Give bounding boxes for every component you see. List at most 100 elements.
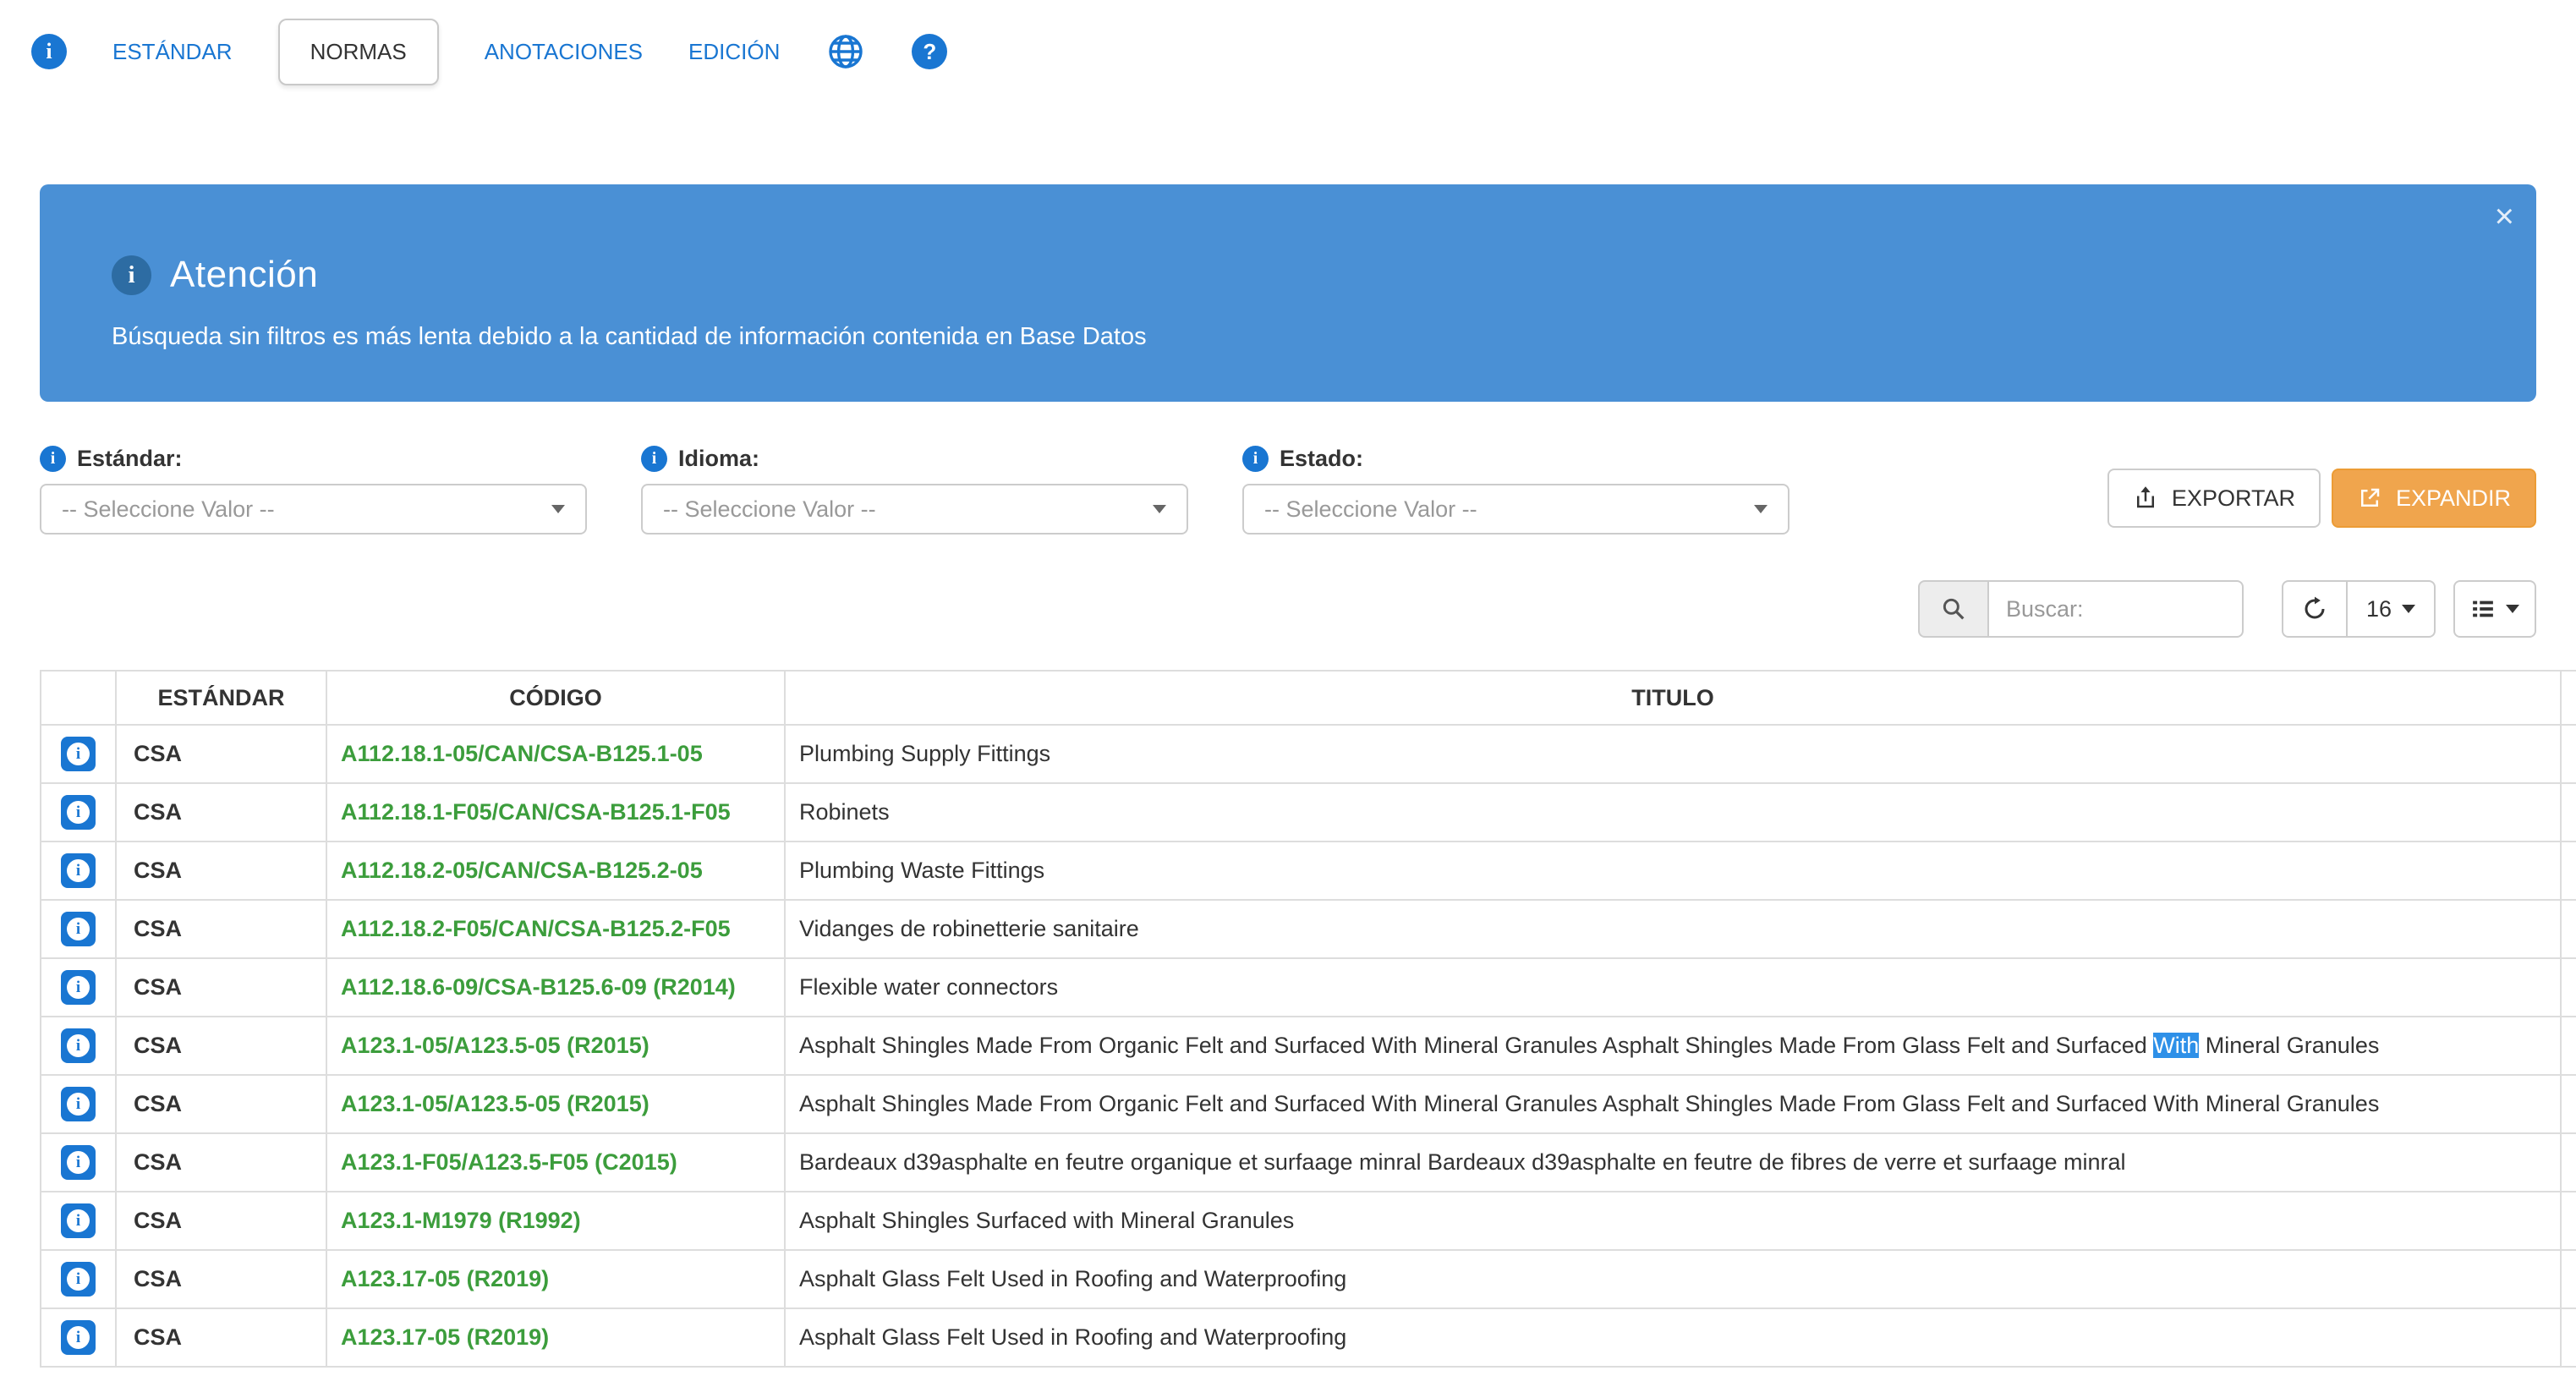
standards-table: ESTÁNDAR CÓDIGO TITULO IDIOMA i CSA A112… [40,670,2576,1368]
title-text: Robinets [799,799,890,825]
title-text: Plumbing Supply Fittings [799,741,1050,766]
row-info-button[interactable]: i [61,1262,96,1297]
selected-text: With [2153,1033,2199,1058]
row-info-button[interactable]: i [61,912,96,946]
page: { "nav": { "tabs": [ { "label": "ESTÁNDA… [0,0,2576,1387]
column-header-idioma[interactable]: IDIOMA [2561,671,2576,725]
cell-standard: CSA [116,900,326,958]
cell-title: Asphalt Glass Felt Used in Roofing and W… [785,1308,2561,1367]
cell-code[interactable]: A112.18.1-05/CAN/CSA-B125.1-05 [326,725,785,783]
table-row: i CSA A123.17-05 (R2019) Asphalt Glass F… [41,1250,2576,1308]
cell-code[interactable]: A112.18.2-F05/CAN/CSA-B125.2-F05 [326,900,785,958]
cell-idioma [2561,1075,2576,1133]
cell-code[interactable]: A112.18.6-09/CSA-B125.6-09 (R2014) [326,958,785,1017]
tab-edicion[interactable]: EDICIÓN [688,39,780,65]
search-icon[interactable] [1918,580,1987,638]
cell-title: Robinets [785,783,2561,842]
cell-title: Asphalt Shingles Made From Organic Felt … [785,1075,2561,1133]
column-header-info [41,671,116,725]
table-row: i CSA A112.18.6-09/CSA-B125.6-09 (R2014)… [41,958,2576,1017]
row-info-button[interactable]: i [61,1320,96,1355]
column-header-estandar[interactable]: ESTÁNDAR [116,671,326,725]
row-info-button[interactable]: i [61,1203,96,1238]
column-header-codigo[interactable]: CÓDIGO [326,671,785,725]
table-row: i CSA A123.17-05 (R2019) Asphalt Glass F… [41,1308,2576,1367]
title-text: Asphalt Glass Felt Used in Roofing and W… [799,1266,1346,1291]
banner-message: Búsqueda sin filtros es más lenta debido… [112,323,2486,351]
filter-estado-label-row: i Estado: [1242,446,1789,472]
info-icon[interactable]: i [641,446,667,472]
info-circle-icon: i [67,1093,90,1116]
title-text: Asphalt Glass Felt Used in Roofing and W… [799,1324,1346,1350]
help-glyph: ? [923,39,936,65]
cell-standard: CSA [116,783,326,842]
filter-estado-select[interactable]: -- Seleccione Valor -- [1242,484,1789,535]
action-buttons: EXPORTAR EXPANDIR [2107,469,2536,528]
table-body: i CSA A112.18.1-05/CAN/CSA-B125.1-05 Plu… [41,725,2576,1367]
chevron-down-icon [1754,505,1768,513]
top-navigation: i ESTÁNDAR NORMAS ANOTACIONES EDICIÓN ? [0,0,2576,103]
search-toolbar: 16 [40,580,2536,638]
table-row: i CSA A123.1-05/A123.5-05 (R2015) Asphal… [41,1075,2576,1133]
chevron-down-icon [2402,605,2415,613]
cell-code[interactable]: A112.18.1-F05/CAN/CSA-B125.1-F05 [326,783,785,842]
row-info-button[interactable]: i [61,1028,96,1063]
close-icon[interactable]: × [2495,200,2514,233]
export-button[interactable]: EXPORTAR [2107,469,2321,528]
tab-anotaciones[interactable]: ANOTACIONES [485,39,643,65]
row-info-button[interactable]: i [61,737,96,771]
filter-estandar-select[interactable]: -- Seleccione Valor -- [40,484,587,535]
cell-title: Plumbing Waste Fittings [785,842,2561,900]
help-icon[interactable]: ? [912,34,947,69]
page-size-button[interactable]: 16 [2346,580,2436,638]
info-circle-icon: i [67,976,90,999]
filter-estandar-value: -- Seleccione Valor -- [62,496,275,523]
row-info-button[interactable]: i [61,1087,96,1121]
cell-code[interactable]: A112.18.2-05/CAN/CSA-B125.2-05 [326,842,785,900]
info-circle-icon: i [67,918,90,940]
cell-info: i [41,783,116,842]
row-info-button[interactable]: i [61,853,96,888]
cell-standard: CSA [116,1075,326,1133]
cell-title: Flexible water connectors [785,958,2561,1017]
info-icon[interactable]: i [1242,446,1269,472]
cell-code[interactable]: A123.1-05/A123.5-05 (R2015) [326,1075,785,1133]
filter-idioma-select[interactable]: -- Seleccione Valor -- [641,484,1188,535]
cell-code[interactable]: A123.17-05 (R2019) [326,1308,785,1367]
info-circle-icon: i [67,801,90,824]
cell-title: Plumbing Supply Fittings [785,725,2561,783]
cell-info: i [41,1133,116,1192]
cell-idioma [2561,1308,2576,1367]
chevron-down-icon [551,505,565,513]
globe-icon[interactable] [825,31,866,72]
row-info-button[interactable]: i [61,1145,96,1180]
cell-title: Asphalt Shingles Surfaced with Mineral G… [785,1192,2561,1250]
info-icon[interactable]: i [31,34,67,69]
cell-standard: CSA [116,725,326,783]
filter-estado-label: Estado: [1280,446,1363,472]
row-info-button[interactable]: i [61,970,96,1005]
search-input[interactable] [1987,580,2244,638]
table-row: i CSA A112.18.2-F05/CAN/CSA-B125.2-F05 V… [41,900,2576,958]
expand-button[interactable]: EXPANDIR [2332,469,2536,528]
cell-code[interactable]: A123.1-M1979 (R1992) [326,1192,785,1250]
title-text: Asphalt Shingles Surfaced with Mineral G… [799,1208,1294,1233]
column-header-titulo[interactable]: TITULO [785,671,2561,725]
cell-idioma [2561,958,2576,1017]
tab-normas[interactable]: NORMAS [278,19,439,85]
tab-estandar[interactable]: ESTÁNDAR [112,39,233,65]
row-info-button[interactable]: i [61,795,96,830]
title-text: Asphalt Shingles Made From Organic Felt … [799,1091,2379,1116]
cell-code[interactable]: A123.1-05/A123.5-05 (R2015) [326,1017,785,1075]
cell-code[interactable]: A123.17-05 (R2019) [326,1250,785,1308]
refresh-button[interactable] [2282,580,2346,638]
cell-info: i [41,1017,116,1075]
attention-banner: × i Atención Búsqueda sin filtros es más… [40,184,2536,402]
cell-info: i [41,958,116,1017]
cell-standard: CSA [116,1308,326,1367]
info-icon[interactable]: i [40,446,66,472]
chevron-down-icon [2506,605,2519,613]
columns-button[interactable] [2453,580,2536,638]
cell-info: i [41,1250,116,1308]
cell-code[interactable]: A123.1-F05/A123.5-F05 (C2015) [326,1133,785,1192]
